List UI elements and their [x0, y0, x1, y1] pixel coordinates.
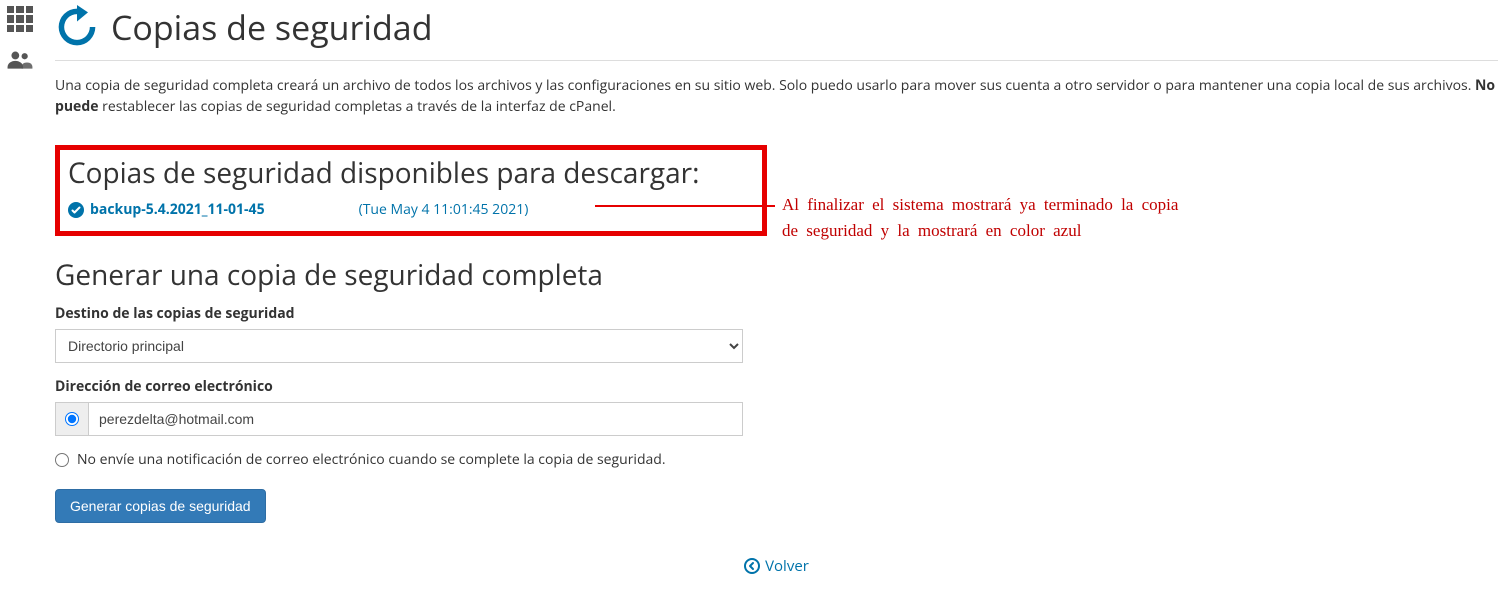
no-notify-row[interactable]: No envíe una notificación de correo elec… — [55, 450, 1498, 469]
no-notify-label: No envíe una notificación de correo elec… — [77, 450, 666, 469]
main-content: Copias de seguridad Una copia de segurid… — [55, 0, 1498, 523]
back-link[interactable]: Volver — [744, 556, 809, 576]
intro-part1: Una copia de seguridad completa creará u… — [55, 76, 1475, 95]
apps-grid-icon[interactable] — [7, 6, 33, 32]
destination-select[interactable]: Directorio principal — [55, 329, 743, 363]
generate-backup-section: Generar una copia de seguridad completa … — [55, 256, 1498, 523]
email-field-group: Dirección de correo electrónico — [55, 377, 1498, 436]
users-icon[interactable] — [6, 50, 34, 70]
backup-download-link[interactable]: backup-5.4.2021_11-01-45 — [90, 200, 265, 219]
backup-date: (Tue May 4 11:01:45 2021) — [359, 200, 529, 219]
no-notify-radio[interactable] — [55, 453, 69, 467]
available-backups-highlight: Copias de seguridad disponibles para des… — [55, 145, 767, 236]
intro-text: Una copia de seguridad completa creará u… — [55, 75, 1498, 117]
email-input[interactable] — [89, 402, 743, 436]
email-label: Dirección de correo electrónico — [55, 377, 1498, 396]
backup-feature-icon — [55, 5, 99, 49]
available-heading: Copias de seguridad disponibles para des… — [68, 154, 754, 192]
destination-field: Destino de las copias de seguridad Direc… — [55, 304, 1498, 363]
back-row: Volver — [55, 556, 1498, 579]
email-notify-radio[interactable] — [65, 412, 79, 426]
back-link-text: Volver — [765, 556, 809, 576]
available-backups-section: Copias de seguridad disponibles para des… — [55, 145, 767, 236]
generate-backup-button[interactable]: Generar copias de seguridad — [55, 489, 266, 523]
check-circle-icon — [68, 202, 84, 218]
intro-part2: restablecer las copias de seguridad comp… — [102, 97, 616, 116]
annotation-connector — [595, 205, 775, 207]
page-title: Copias de seguridad — [111, 4, 433, 50]
destination-label: Destino de las copias de seguridad — [55, 304, 1498, 323]
annotation-text: Al finalizar el sistema mostrará ya term… — [782, 192, 1202, 245]
email-radio-wrapper[interactable] — [55, 402, 89, 436]
arrow-left-circle-icon — [744, 558, 760, 574]
generate-heading: Generar una copia de seguridad completa — [55, 256, 1498, 294]
backup-item: backup-5.4.2021_11-01-45 (Tue May 4 11:0… — [68, 200, 754, 219]
sidebar — [0, 0, 40, 70]
page-header: Copias de seguridad — [55, 4, 1498, 61]
